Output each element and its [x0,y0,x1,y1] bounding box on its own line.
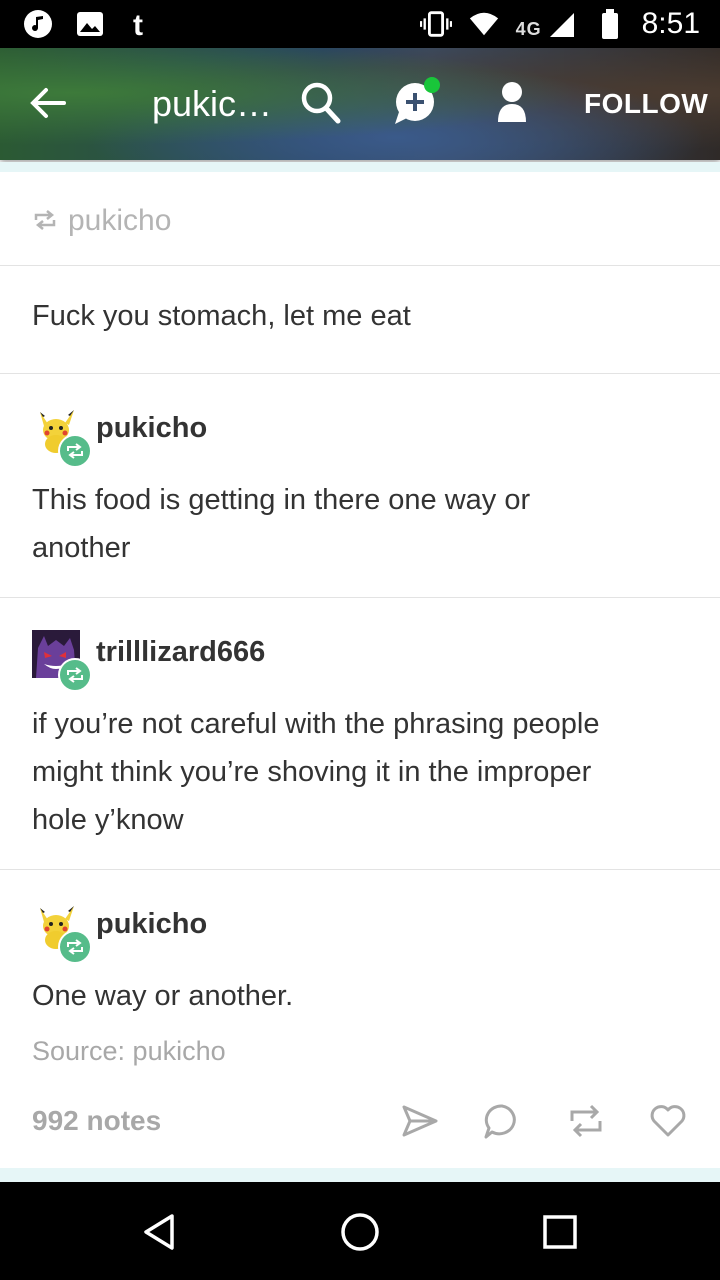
original-post: Fuck you stomach, let me eat [0,266,720,374]
reblog-comment: pukicho This food is getting in there on… [0,374,720,598]
comment-line: another [32,532,131,564]
header-divider [0,162,720,172]
clock: 8:51 [641,7,700,40]
network-type: 4G [515,19,542,39]
wifi-icon [468,8,500,40]
reblog-header: pukicho [0,172,720,266]
reblog-icon[interactable] [566,1101,606,1141]
reblog-comment: pukicho One way or another. Source: puki… [0,870,720,1080]
like-icon[interactable] [648,1101,688,1141]
post: pukicho Fuck you stomach, let me eat puk… [0,172,720,1080]
comment-line: might think you’re shoving it in the imp… [32,756,592,788]
post-bottom-divider [0,1168,720,1182]
comment-text: One way or another. [0,972,325,1020]
reblog-badge-icon [58,930,92,964]
battery-icon [594,8,626,40]
comment-username[interactable]: trilllizard666 [96,636,265,669]
notes-count[interactable]: 992 notes [32,1105,161,1137]
comment-line: This food is getting in there one way or [32,484,531,516]
share-icon[interactable] [400,1101,440,1141]
reblog-comment: trilllizard666 if you’re not careful wit… [0,598,720,870]
follow-button[interactable]: FOLLOW [584,88,708,120]
reply-icon[interactable] [482,1101,522,1141]
comment-line: One way or another. [32,980,294,1012]
post-source[interactable]: Source: pukicho [32,1036,226,1067]
new-message-icon[interactable] [392,74,442,130]
system-nav-bar [0,1182,720,1280]
original-post-text: Fuck you stomach, let me eat [32,300,411,332]
blog-title[interactable]: pukic… [152,83,272,125]
comment-username[interactable]: pukicho [96,412,207,445]
back-triangle-icon[interactable] [138,1210,182,1254]
reblog-source-username[interactable]: pukicho [68,204,171,238]
reblog-small-icon [34,210,56,230]
back-arrow-icon[interactable] [24,78,74,128]
comment-text: This food is getting in there one way or… [0,476,562,572]
image-icon [74,8,106,40]
music-icon [22,8,54,40]
home-circle-icon[interactable] [338,1210,382,1254]
reblog-badge-icon [58,658,92,692]
comment-line: hole y’know [32,804,184,836]
status-bar: t 4G 8:51 [0,0,720,48]
comment-line: if you’re not careful with the phrasing … [32,708,600,740]
recents-square-icon[interactable] [538,1210,582,1254]
comment-username[interactable]: pukicho [96,908,207,941]
tumblr-icon: t [126,8,158,40]
signal-icon [546,8,578,40]
svg-text:t: t [133,9,143,39]
blog-header: pukic… FOLLOW [0,48,720,160]
user-icon[interactable] [490,78,534,128]
vibrate-icon [419,8,452,40]
reblog-badge-icon [58,434,92,468]
comment-text: if you’re not careful with the phrasing … [0,700,631,844]
search-icon[interactable] [298,78,344,128]
post-footer: 992 notes [0,1085,720,1169]
